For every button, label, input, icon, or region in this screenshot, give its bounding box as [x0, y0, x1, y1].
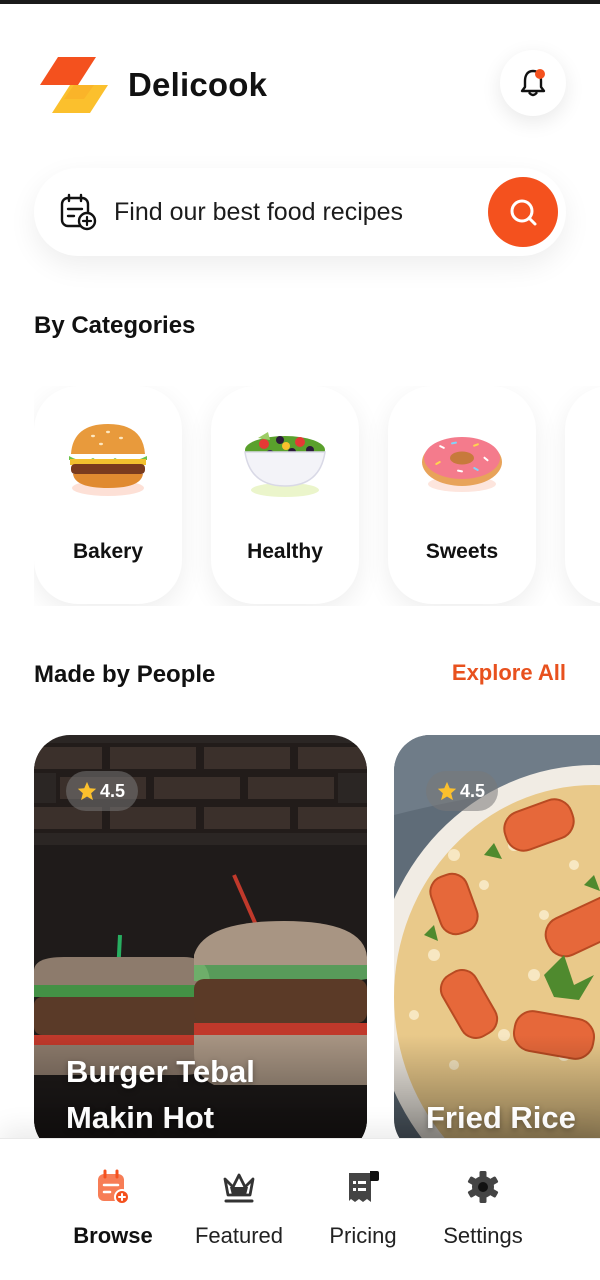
- nav-featured[interactable]: Featured: [174, 1139, 304, 1280]
- donut-icon: [422, 437, 502, 492]
- app-logo: [34, 55, 110, 115]
- calendar-icon: [98, 1169, 130, 1205]
- category-card-partial[interactable]: [565, 386, 600, 604]
- star-icon: [77, 781, 97, 801]
- rating-badge: 4.5: [426, 771, 499, 811]
- rating-badge: 4.5: [66, 771, 139, 811]
- categories-list: Bakery Healthy Sweets: [34, 386, 600, 606]
- crown-icon: [223, 1173, 255, 1203]
- recipe-card-fried-rice[interactable]: 4.5 Fried Rice: [394, 735, 600, 1138]
- top-edge-line: [0, 0, 600, 4]
- burger-icon: [69, 424, 147, 496]
- category-card-healthy[interactable]: Healthy: [211, 386, 359, 604]
- nav-label: Featured: [194, 1223, 284, 1248]
- bell-icon: [520, 69, 546, 97]
- explore-all-link[interactable]: Explore All: [452, 660, 566, 686]
- categories-title: By Categories: [34, 312, 196, 339]
- recipes-list: 4.5 Burger Tebal Makin Hot 4.5 Fried Ric…: [34, 735, 600, 1138]
- nav-label: Browse: [73, 1223, 153, 1248]
- app-header: Delicook: [34, 50, 566, 120]
- nav-settings[interactable]: Settings: [418, 1139, 548, 1280]
- calendar-add-icon: [60, 193, 97, 231]
- recipe-name: Fried Rice: [426, 1100, 576, 1135]
- rating-value: 4.5: [100, 780, 126, 801]
- search-bar[interactable]: Find our best food recipes: [34, 168, 566, 256]
- search-input[interactable]: Find our best food recipes: [114, 198, 403, 227]
- rating-value: 4.5: [460, 780, 486, 801]
- category-label: Bakery: [72, 540, 144, 563]
- star-icon: [437, 781, 457, 801]
- search-button[interactable]: [488, 177, 558, 247]
- gear-icon: [467, 1171, 499, 1203]
- notification-button[interactable]: [500, 50, 566, 116]
- made-by-people-title: Made by People: [34, 661, 216, 688]
- nav-label: Settings: [443, 1223, 523, 1248]
- category-label: Sweets: [425, 540, 499, 563]
- nav-browse[interactable]: Browse: [48, 1139, 178, 1280]
- food-icon: [594, 414, 600, 504]
- search-icon: [510, 199, 537, 226]
- category-label: Healthy: [247, 540, 323, 563]
- category-card-bakery[interactable]: Bakery: [34, 386, 182, 604]
- nav-pricing[interactable]: Pricing: [298, 1139, 428, 1280]
- category-card-sweets[interactable]: Sweets: [388, 386, 536, 604]
- bottom-navigation: Browse Featured Pricing Settings: [0, 1138, 600, 1280]
- recipe-card-burger[interactable]: 4.5 Burger Tebal Makin Hot: [34, 735, 367, 1138]
- receipt-icon: [349, 1171, 379, 1202]
- app-name: Delicook: [128, 66, 268, 103]
- nav-label: Pricing: [329, 1223, 397, 1248]
- recipe-name: Burger Tebal Makin Hot: [66, 1054, 255, 1135]
- salad-bowl-icon: [244, 432, 326, 497]
